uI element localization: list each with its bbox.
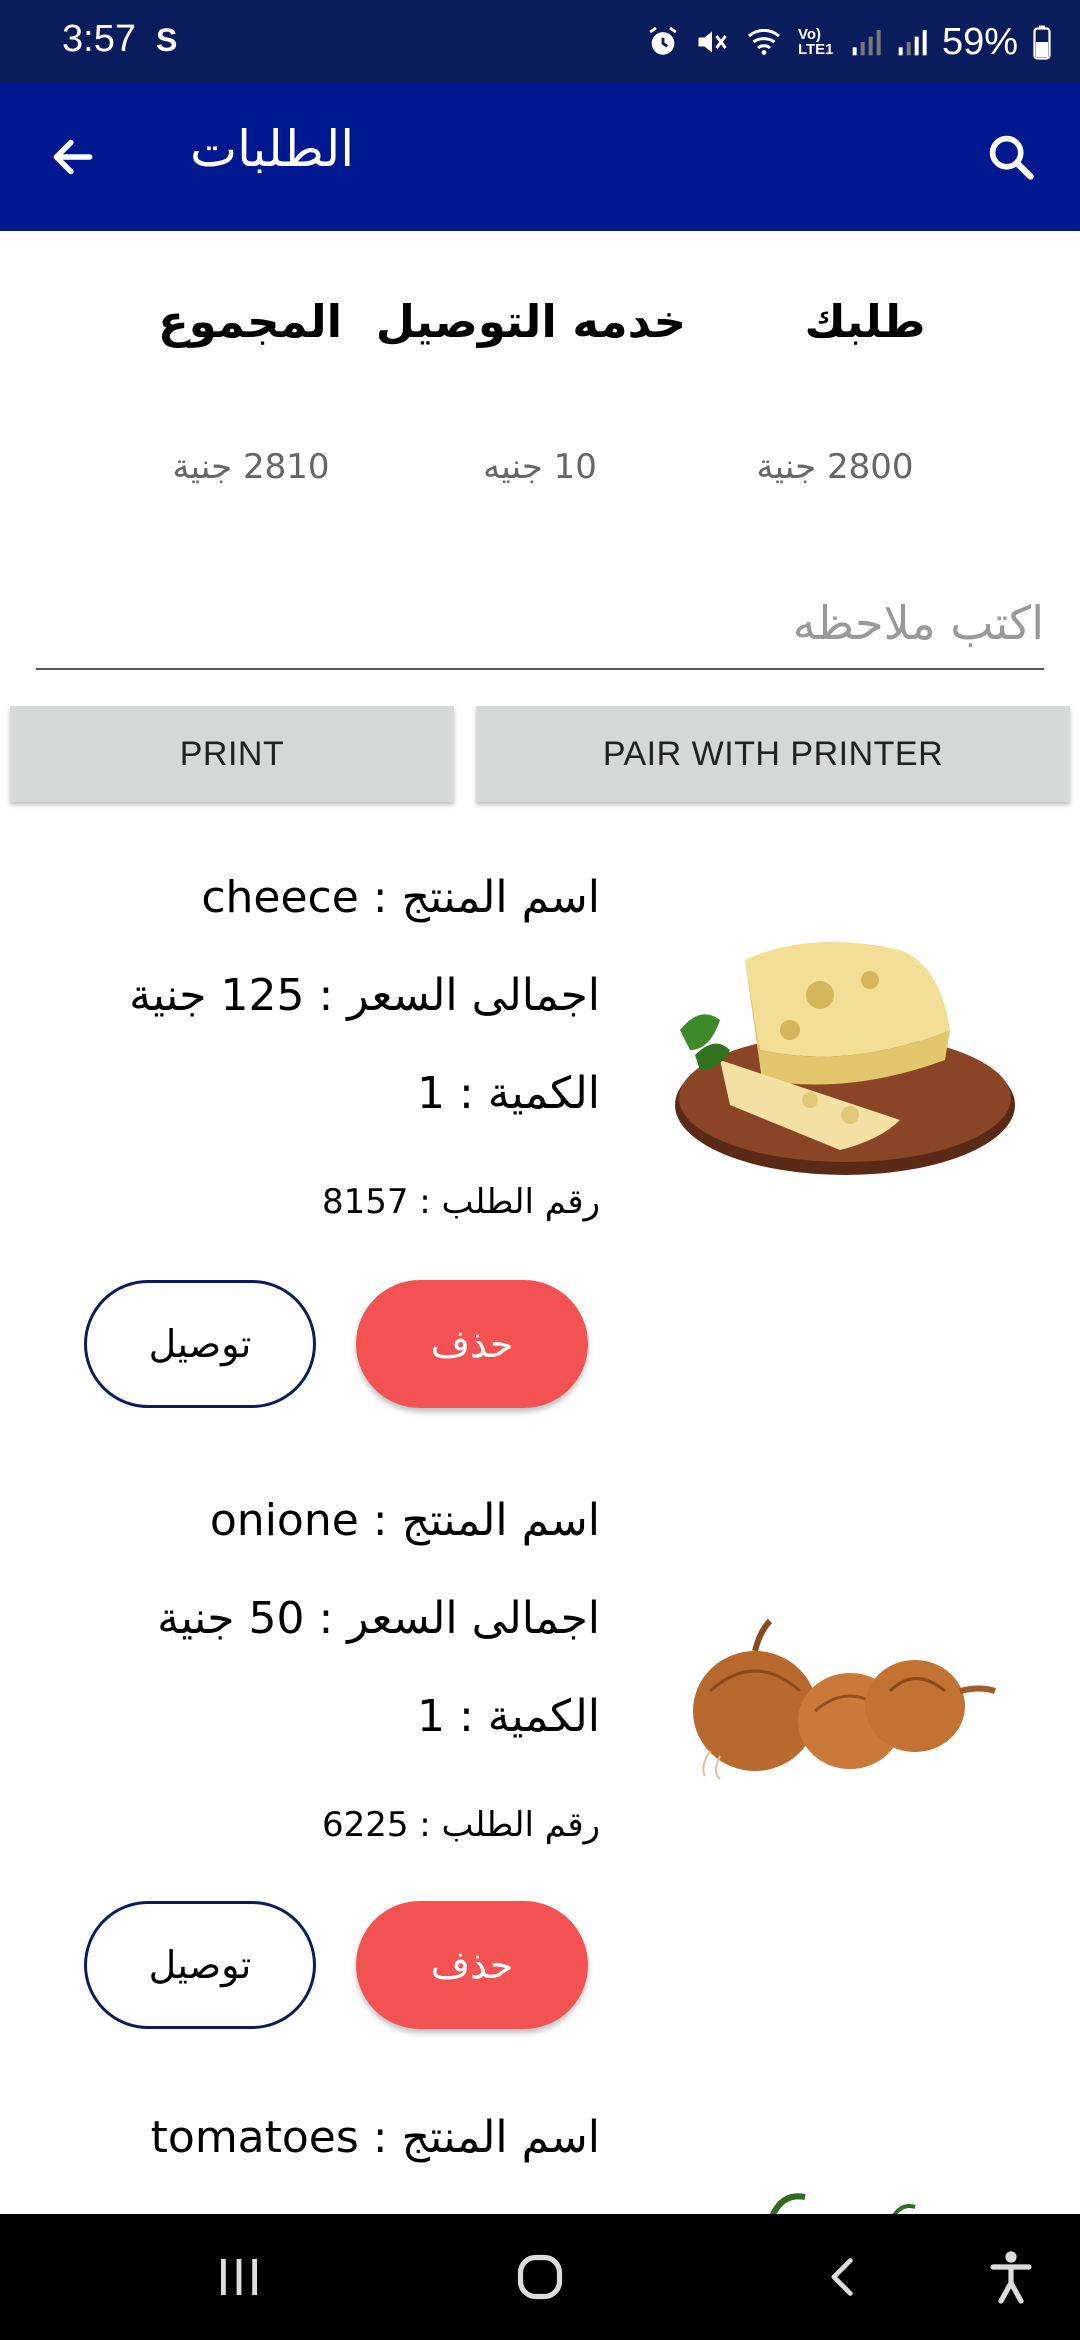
recent-apps-icon	[221, 2259, 257, 2295]
recent-apps-button[interactable]	[204, 2244, 274, 2310]
home-button[interactable]	[505, 2244, 575, 2310]
status-bar: 3:57 S Vo) LTE1 59%	[0, 0, 1080, 84]
total-label: المجموع	[157, 295, 343, 348]
onion-image	[693, 1618, 996, 1780]
note-field	[36, 580, 1044, 670]
arrow-left-icon	[53, 139, 93, 175]
battery-level: 59%	[941, 20, 1018, 63]
accessibility-button[interactable]	[976, 2244, 1046, 2310]
product-quantity: الكمية : 1	[416, 1691, 600, 1742]
back-button[interactable]	[40, 124, 106, 190]
deliver-button[interactable]: توصيل	[84, 1280, 316, 1408]
deliver-button[interactable]: توصيل	[84, 1901, 316, 2029]
delivery-label: خدمه التوصيل	[375, 295, 686, 348]
product-price: اجمالى السعر : 125 جنية	[129, 970, 600, 1021]
alarm-icon	[649, 26, 677, 55]
back-nav-icon	[831, 2258, 853, 2296]
signal-icon	[852, 30, 881, 56]
order-label: طلبك	[804, 295, 926, 348]
order-number: رقم الطلب : 8157	[321, 1182, 600, 1222]
search-icon	[989, 135, 1034, 180]
product-name: اسم المنتج : cheece	[201, 872, 600, 923]
page-title: الطلبات	[190, 120, 355, 178]
signal-icon	[898, 30, 927, 56]
back-nav-button[interactable]	[808, 2244, 878, 2310]
home-icon	[517, 2254, 563, 2300]
order-item: اسم المنتج : cheece اجمالى السعر : 125 ج…	[0, 860, 1080, 1480]
order-item: اسم المنتج : onione اجمالى السعر : 50 جن…	[0, 1481, 1080, 2101]
status-icons: Vo) LTE1 59%	[646, 14, 1052, 70]
delete-button[interactable]: حذف	[356, 1280, 588, 1408]
battery-icon	[1033, 25, 1051, 60]
order-item: اسم المنتج : tomatoes	[0, 2102, 1080, 2214]
sync-icon: S	[156, 22, 178, 58]
tomato-image	[769, 2193, 916, 2214]
search-button[interactable]	[978, 124, 1044, 190]
pair-with-printer-button[interactable]: PAIR WITH PRINTER	[476, 706, 1070, 802]
note-input[interactable]	[36, 580, 1044, 666]
delivery-value: 10 جنيه	[483, 447, 597, 487]
wifi-icon	[747, 28, 780, 55]
cheese-image	[675, 942, 1015, 1175]
print-button[interactable]: PRINT	[10, 706, 454, 802]
product-name: اسم المنتج : tomatoes	[150, 2112, 600, 2163]
product-quantity: الكمية : 1	[416, 1068, 600, 1119]
accessibility-icon	[990, 2251, 1032, 2304]
mute-icon	[698, 31, 727, 53]
app-bar: الطلبات	[0, 84, 1080, 231]
delete-button[interactable]: حذف	[356, 1901, 588, 2029]
total-value: 2810 جنية	[172, 447, 330, 487]
product-name: اسم المنتج : onione	[209, 1495, 600, 1546]
status-time: 3:57	[62, 18, 136, 60]
volte-icon: Vo) LTE1	[797, 26, 834, 58]
system-nav-bar	[0, 2214, 1080, 2340]
order-value: 2800 جنية	[756, 447, 914, 487]
product-price: اجمالى السعر : 50 جنية	[157, 1593, 600, 1644]
order-number: رقم الطلب : 6225	[321, 1805, 600, 1845]
